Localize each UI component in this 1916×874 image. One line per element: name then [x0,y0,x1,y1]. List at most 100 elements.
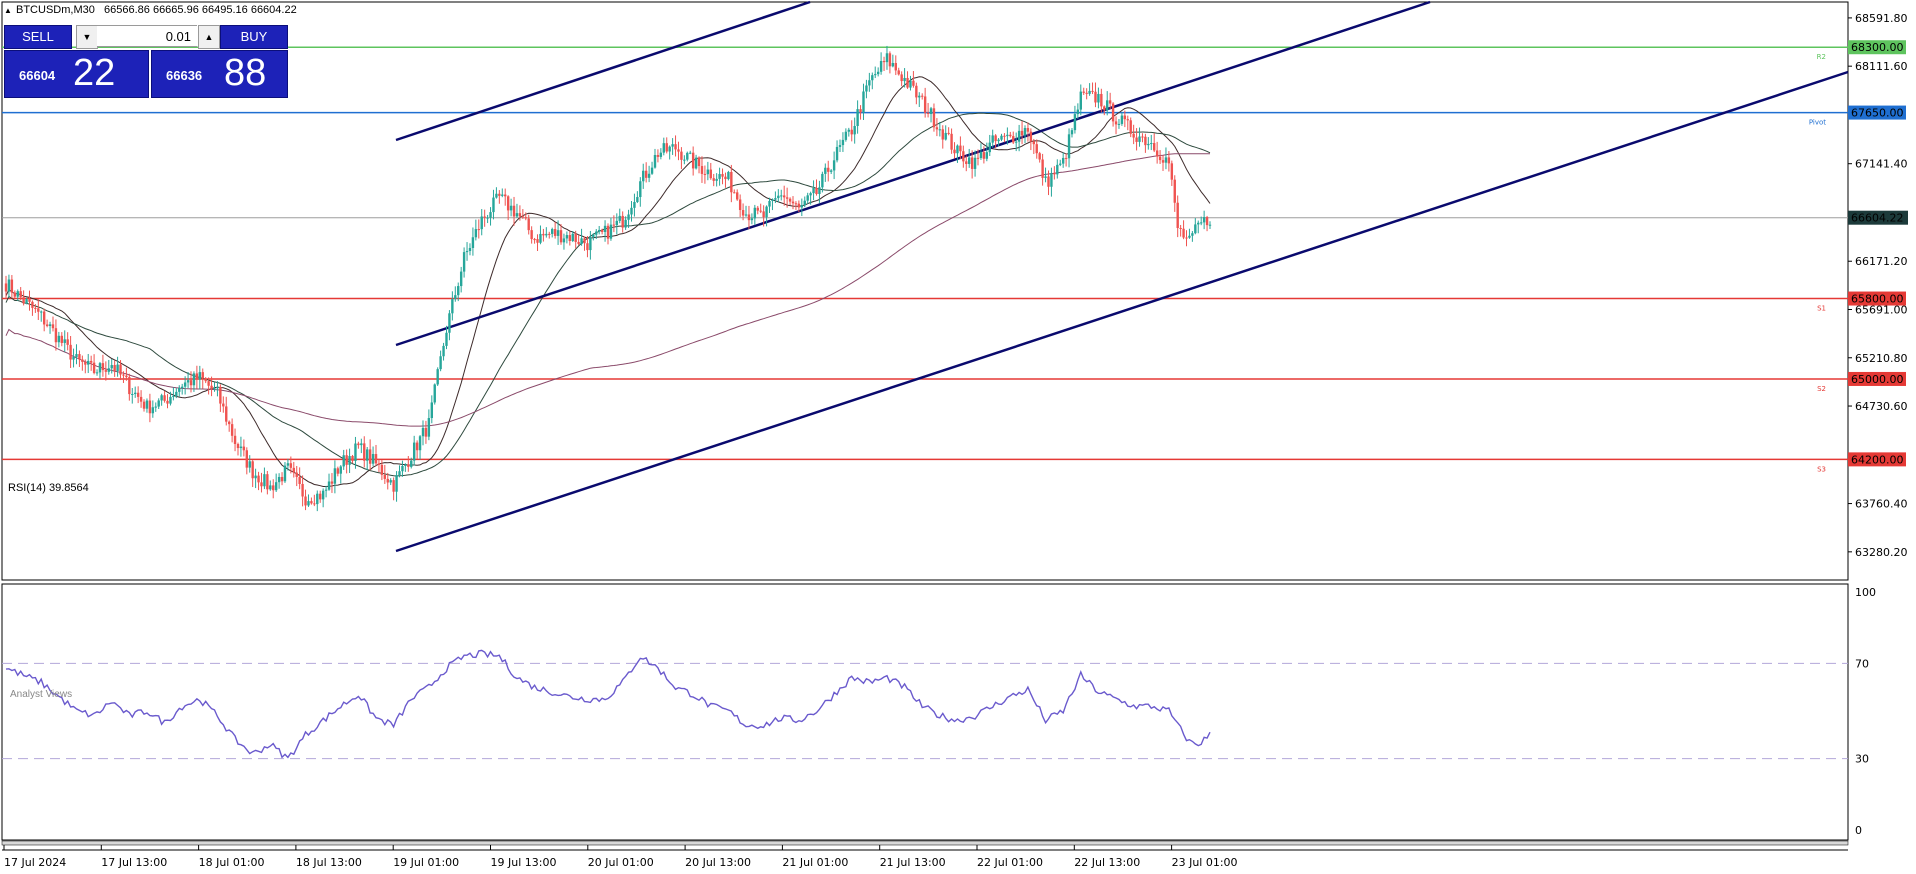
candle-body [415,442,419,451]
candle-body [853,125,856,135]
candle-body [81,359,84,362]
rsi-frame [1,583,1849,841]
candle-body [489,212,492,218]
candle-body [959,145,962,152]
buy-button[interactable]: BUY [220,25,288,49]
candle-body [233,435,237,445]
candle-body [1144,136,1147,146]
time-tick-label: 17 Jul 2024 [4,856,66,869]
candle-body [636,197,639,203]
candle-body [565,235,569,239]
panel-separator[interactable] [1,840,1849,846]
candle-body [207,381,210,386]
candle-body [151,407,155,414]
volume-decrease-icon[interactable]: ▼ [76,25,98,49]
candle-body [225,406,228,422]
candle-body [797,203,801,208]
candle-body [380,464,384,475]
candle-body [603,225,607,232]
candle-body [909,80,912,88]
chart-canvas[interactable]: R2 Pivot S1 S2 S3 68591.80 68111.60 67141.40 66… [0,0,1916,874]
candle-body [1082,91,1085,93]
volume-input[interactable]: 0.01 [97,25,197,47]
candle-body [932,108,936,128]
candle-body [410,460,413,467]
candle-body [1038,153,1041,160]
candle-body [1103,106,1106,111]
sell-price-pips: 22 [73,52,116,94]
price-axis: 68591.8068111.6067141.4066171.2065691.00… [1848,12,1908,559]
candle-body [1161,160,1165,163]
candle-body [198,372,202,380]
price-tick-label: 63760.40 [1855,498,1908,511]
candle-body [145,400,149,409]
candle-body [894,62,897,71]
candle-body [430,402,434,419]
time-tick-label: 22 Jul 01:00 [977,856,1043,869]
candle-body [586,243,589,251]
candle-body [31,301,34,308]
candle-body [1000,135,1003,140]
volume-increase-icon[interactable]: ▲ [198,25,220,49]
candle-body [398,471,401,476]
candle-body [483,216,486,218]
candle-body [744,214,748,216]
analyst-views-tab[interactable]: Analyst Views [10,689,72,700]
candle-body [16,291,19,297]
candle-body [66,339,69,345]
candle-body [169,396,172,404]
candle-body [621,215,624,228]
candle-body [75,354,78,357]
candle-body [37,308,40,312]
current-price-label: 66604.22 [1851,212,1904,225]
price-tick-label: 68111.60 [1855,60,1908,73]
candle-body [307,501,310,506]
level-name-s1: S1 [1817,305,1826,313]
candle-body [40,311,43,313]
candle-body [1170,163,1174,180]
candle-body [1194,224,1197,234]
level-price-label: 65000.00 [1851,373,1904,386]
candle-body [462,252,466,272]
candle-body [562,238,566,243]
candle-body [139,396,143,402]
buy-price-button[interactable]: 66636 88 [151,50,288,98]
collapse-triangle-icon[interactable]: ▲ [4,6,12,15]
candle-body [592,234,595,238]
candle-body [254,475,257,479]
candle-body [1047,176,1050,187]
candle-body [1141,136,1144,138]
candle-body [548,233,551,235]
price-tick-label: 65210.80 [1855,352,1908,365]
sell-button[interactable]: SELL [4,25,72,49]
candle-body [407,464,410,467]
candle-body [245,450,248,468]
candle-body [1073,114,1077,131]
candle-body [477,229,480,231]
candle-body [553,229,557,236]
candle-body [521,216,525,218]
level-price-label: 68300.00 [1851,41,1904,54]
candle-body [1173,179,1176,203]
candle-body [42,311,46,325]
candle-body [1155,150,1159,157]
candle-body [1056,164,1059,175]
candle-body [589,237,592,251]
candle-body [888,53,892,67]
candle-body [953,149,956,154]
candle-body [13,292,17,297]
candle-body [1129,120,1132,134]
candle-body [968,157,971,164]
candle-body [163,395,166,401]
candle-body [136,392,140,397]
candle-body [98,363,102,373]
candle-body [530,230,533,240]
candle-body [536,239,539,243]
sell-price-button[interactable]: 66604 22 [4,50,149,98]
candle-body [298,476,301,484]
candle-body [1023,128,1027,136]
candle-body [142,401,146,409]
candle-body [788,198,792,202]
candle-body [976,157,980,159]
candle-body [336,468,340,474]
